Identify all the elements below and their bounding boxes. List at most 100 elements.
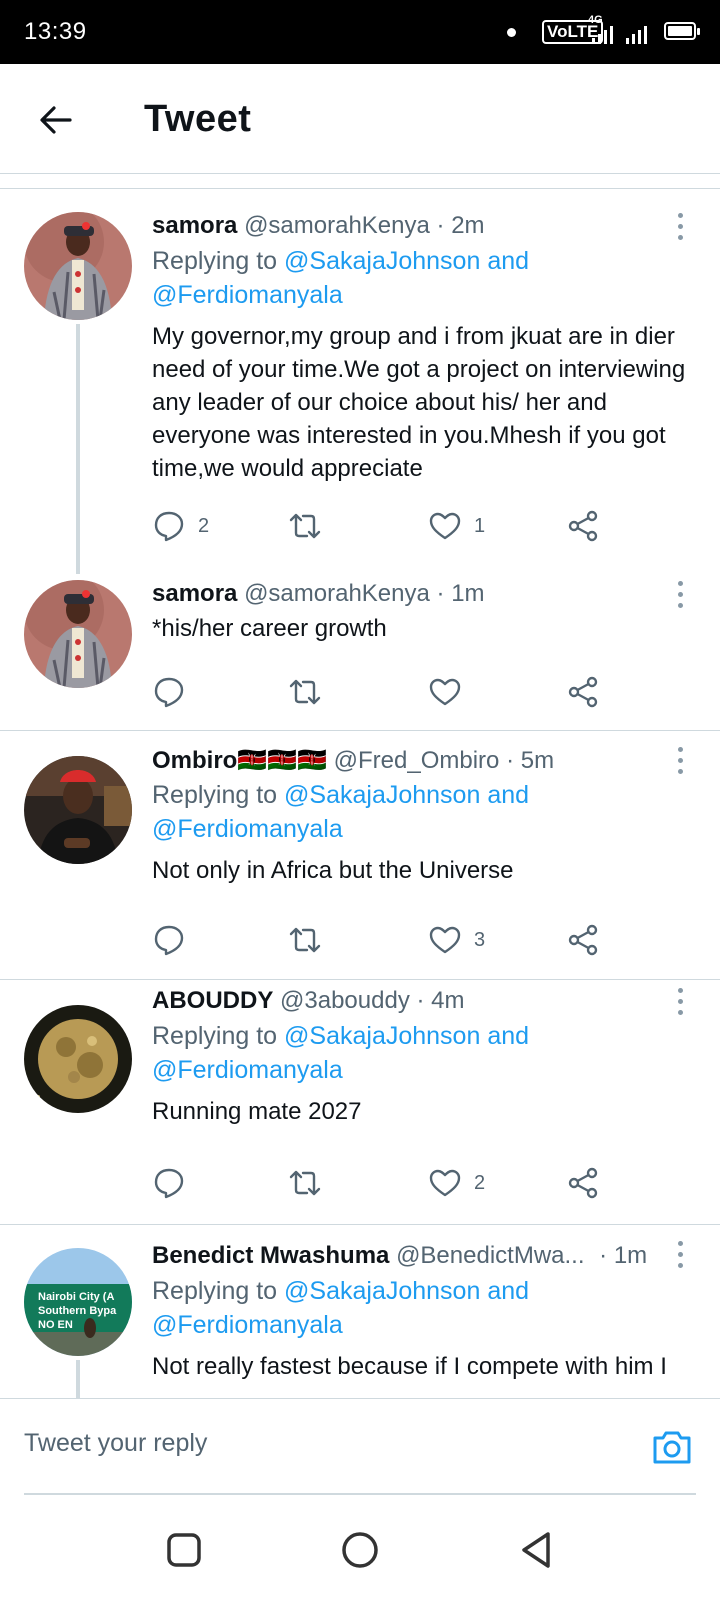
- retweet-icon: [289, 1170, 321, 1196]
- camera-icon[interactable]: [650, 1425, 694, 1469]
- handle: @Fred_Ombiro: [333, 747, 500, 774]
- timestamp: · 1m: [436, 580, 485, 607]
- signal-icon-2: [626, 22, 647, 44]
- heart-icon: [429, 512, 461, 540]
- timestamp: · 1m: [599, 1242, 648, 1269]
- svg-text:Nairobi City (A: Nairobi City (A: [38, 1291, 114, 1303]
- handle: @samorahKenya: [244, 212, 430, 239]
- like-count: 3: [474, 928, 486, 951]
- tweet-author[interactable]: samora @samorahKenya · 1m: [152, 580, 485, 608]
- share-button[interactable]: [566, 672, 600, 712]
- more-options-icon[interactable]: [670, 985, 690, 1019]
- mention-link[interactable]: @SakajaJohnson and: [284, 247, 529, 275]
- display-name: ABOUDDY: [152, 987, 274, 1014]
- svg-text:Southern Bypa: Southern Bypa: [38, 1305, 117, 1317]
- retweet-icon: [289, 513, 321, 539]
- tweet-actions: 2 1: [152, 506, 692, 546]
- avatar[interactable]: [24, 580, 132, 688]
- more-options-icon[interactable]: [670, 744, 690, 778]
- heart-icon: [429, 926, 461, 954]
- reply-button[interactable]: 2: [152, 506, 209, 546]
- like-button[interactable]: 2: [428, 1163, 485, 1203]
- share-button[interactable]: [566, 1163, 600, 1203]
- handle: @3abouddy: [280, 987, 410, 1014]
- like-button[interactable]: [428, 672, 474, 712]
- retweet-button[interactable]: [288, 920, 334, 960]
- tweet-item[interactable]: Nairobi City (A Southern Bypa NO EN Bene…: [0, 1224, 720, 1398]
- mention-link[interactable]: @Ferdiomanyala: [152, 1311, 343, 1339]
- arrow-left-icon[interactable]: [36, 100, 76, 140]
- status-bar: 13:39 VoLTE 4G: [0, 0, 720, 64]
- like-button[interactable]: 3: [428, 920, 485, 960]
- tweet-text: *his/her career growth: [152, 615, 387, 642]
- display-name: samora: [152, 580, 238, 607]
- recents-button-icon[interactable]: [162, 1528, 206, 1572]
- timestamp: · 2m: [436, 212, 485, 239]
- tweet-text: Not really fastest because if I compete …: [152, 1353, 667, 1380]
- back-button-icon[interactable]: [514, 1528, 558, 1572]
- tweet-actions: [152, 672, 692, 712]
- like-button[interactable]: 1: [428, 506, 485, 546]
- more-options-icon[interactable]: [670, 1238, 690, 1272]
- status-time: 13:39: [24, 18, 87, 45]
- mention-link[interactable]: @Ferdiomanyala: [152, 1056, 343, 1084]
- more-options-icon[interactable]: [670, 210, 690, 244]
- retweet-button[interactable]: [288, 1163, 334, 1203]
- mention-link[interactable]: @Ferdiomanyala: [152, 815, 343, 843]
- reply-count: 2: [198, 514, 210, 537]
- like-count: 2: [474, 1171, 486, 1194]
- avatar[interactable]: [24, 212, 132, 320]
- timestamp: · 5m: [506, 747, 555, 774]
- heart-icon: [429, 678, 461, 706]
- home-button-icon[interactable]: [338, 1528, 382, 1572]
- heart-icon: [429, 1169, 461, 1197]
- svg-text:NO EN: NO EN: [38, 1319, 73, 1331]
- share-button[interactable]: [566, 920, 600, 960]
- reply-icon: [154, 925, 184, 956]
- thread-line: [76, 324, 80, 574]
- reply-button[interactable]: [152, 1163, 198, 1203]
- display-name: Ombiro🇰🇪🇰🇪🇰🇪: [152, 747, 327, 774]
- replying-to: Replying to @SakajaJohnson and @Ferdioma…: [152, 247, 530, 309]
- retweet-button[interactable]: [288, 506, 334, 546]
- replying-to: Replying to @SakajaJohnson and @Ferdioma…: [152, 1022, 530, 1084]
- mention-link[interactable]: @SakajaJohnson and: [284, 1277, 529, 1305]
- tweet-text: Not only in Africa but the Universe: [152, 857, 514, 884]
- display-name: samora: [152, 212, 238, 239]
- share-icon: [568, 510, 598, 542]
- page-title: Tweet: [144, 98, 252, 140]
- avatar[interactable]: Nairobi City (A Southern Bypa NO EN: [24, 1248, 132, 1356]
- avatar[interactable]: [24, 1005, 132, 1113]
- mention-link[interactable]: @SakajaJohnson and: [284, 781, 529, 809]
- tweet-author[interactable]: samora @samorahKenya · 2m: [152, 212, 485, 240]
- mention-link[interactable]: @SakajaJohnson and: [284, 1022, 529, 1050]
- more-options-icon[interactable]: [670, 578, 690, 612]
- replying-to: Replying to @SakajaJohnson and @Ferdioma…: [152, 781, 530, 843]
- timestamp: · 4m: [416, 987, 465, 1014]
- system-nav-bar: [0, 1500, 720, 1600]
- share-icon: [568, 924, 598, 956]
- tweet-text: Running mate 2027: [152, 1098, 362, 1125]
- retweet-icon: [289, 927, 321, 953]
- share-icon: [568, 676, 598, 708]
- retweet-icon: [289, 679, 321, 705]
- tweet-author[interactable]: ABOUDDY @3abouddy · 4m: [152, 987, 464, 1015]
- reply-icon: [154, 511, 184, 542]
- reply-input[interactable]: Tweet your reply: [24, 1429, 207, 1458]
- reply-button[interactable]: [152, 672, 198, 712]
- handle: @BenedictMwa...: [396, 1242, 585, 1269]
- handle: @samorahKenya: [244, 580, 430, 607]
- tweet-author[interactable]: Ombiro🇰🇪🇰🇪🇰🇪 @Fred_Ombiro · 5m: [152, 746, 554, 775]
- avatar[interactable]: [24, 756, 132, 864]
- reply-icon: [154, 1168, 184, 1199]
- mention-link[interactable]: @Ferdiomanyala: [152, 281, 343, 309]
- reply-button[interactable]: [152, 920, 198, 960]
- divider: [0, 188, 720, 189]
- share-button[interactable]: [566, 506, 600, 546]
- tweet-author[interactable]: Benedict Mwashuma @BenedictMwa... · 1m: [152, 1242, 647, 1270]
- reply-icon: [154, 677, 184, 708]
- thread-line: [76, 1360, 80, 1398]
- retweet-button[interactable]: [288, 672, 334, 712]
- display-name: Benedict Mwashuma: [152, 1242, 390, 1269]
- replying-to: Replying to @SakajaJohnson and @Ferdioma…: [152, 1277, 530, 1339]
